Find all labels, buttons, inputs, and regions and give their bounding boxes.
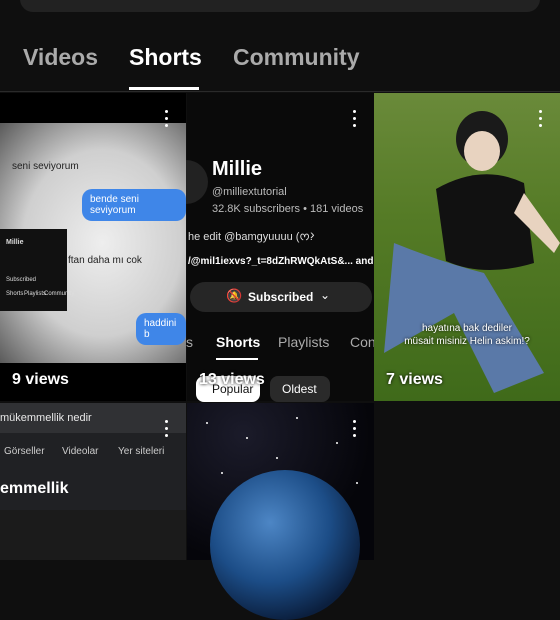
- mini-channel-card: Millie Subscribed Shorts Playlists Commu…: [0, 229, 74, 311]
- mini-tab: Playlists: [24, 291, 47, 297]
- short-tile-3[interactable]: [374, 93, 560, 401]
- channel-tabs-mini: s Shorts Playlists Con: [186, 322, 376, 362]
- filter-item: Görseller: [4, 446, 45, 457]
- person-photo: [384, 111, 560, 393]
- chip-oldest: Oldest: [270, 376, 330, 402]
- subscribed-label: Subscribed: [248, 290, 314, 304]
- search-bar[interactable]: [20, 0, 540, 12]
- tab-videos[interactable]: Videos: [23, 44, 98, 71]
- mini-tab: Shorts: [6, 291, 24, 297]
- search-filters: Görseller Videolar Yer siteleri: [0, 440, 186, 464]
- view-count: 13 views: [199, 371, 265, 388]
- channel-stats: 32.8K subscribers • 181 videos: [212, 203, 364, 215]
- chat-message: bende seni seviyorum: [82, 189, 186, 221]
- active-tab-indicator: [129, 87, 199, 90]
- channel-name: Millie: [212, 158, 263, 180]
- channel-description: he edit @bamgyuuuu (ᰔ.: [188, 231, 313, 243]
- chevron-down-icon: ⌄: [320, 288, 331, 302]
- search-result-title: emmellik: [0, 480, 69, 497]
- mini-subscribe: Subscribed: [6, 277, 37, 283]
- subscribed-button: 🔕 Subscribed ⌄: [190, 282, 372, 312]
- search-query-text: mükemmellik nedir: [0, 412, 92, 424]
- mini-tab: Playlists: [278, 334, 330, 350]
- filter-item: Yer siteleri: [118, 446, 165, 457]
- short-caption: hayatına bak dediler müsait misiniz Heli…: [404, 323, 530, 347]
- short-tile-1[interactable]: seni seviyorum bende seni seviyorum ftan…: [0, 93, 186, 401]
- earth-illustration: [210, 470, 360, 620]
- chat-message: ftan daha mı cok: [68, 255, 142, 266]
- more-options-icon[interactable]: [156, 107, 176, 131]
- mini-tab: s: [186, 334, 193, 350]
- channel-link: /@mil1iexvs?_t=8dZhRWQkAtS&... and 1: [188, 256, 382, 267]
- mini-tab-shorts: Shorts: [216, 334, 261, 350]
- view-count: 7 views: [386, 371, 443, 388]
- filter-item: Videolar: [62, 446, 99, 457]
- chevron-right-icon: ›: [310, 226, 315, 242]
- mini-tab-underline: [216, 358, 258, 360]
- chat-message: seni seviyorum: [12, 161, 79, 172]
- bell-off-icon: 🔕: [226, 288, 243, 303]
- tab-shorts[interactable]: Shorts: [129, 44, 202, 71]
- mini-channel-name: Millie: [6, 239, 24, 246]
- tabs-divider: [0, 91, 560, 92]
- search-result-area: [0, 510, 186, 560]
- view-count: 9 views: [12, 371, 69, 388]
- chat-message: haddini b: [136, 313, 186, 345]
- more-options-icon[interactable]: [344, 417, 364, 441]
- tab-community[interactable]: Community: [233, 44, 360, 71]
- more-options-icon[interactable]: [530, 107, 550, 131]
- channel-handle: @milliextutorial: [212, 186, 287, 198]
- more-options-icon[interactable]: [344, 107, 364, 131]
- mini-tab: Con: [350, 334, 376, 350]
- more-options-icon[interactable]: [156, 417, 176, 441]
- channel-tabs: Videos Shorts Community: [0, 30, 560, 92]
- mini-tab: Community: [44, 291, 75, 297]
